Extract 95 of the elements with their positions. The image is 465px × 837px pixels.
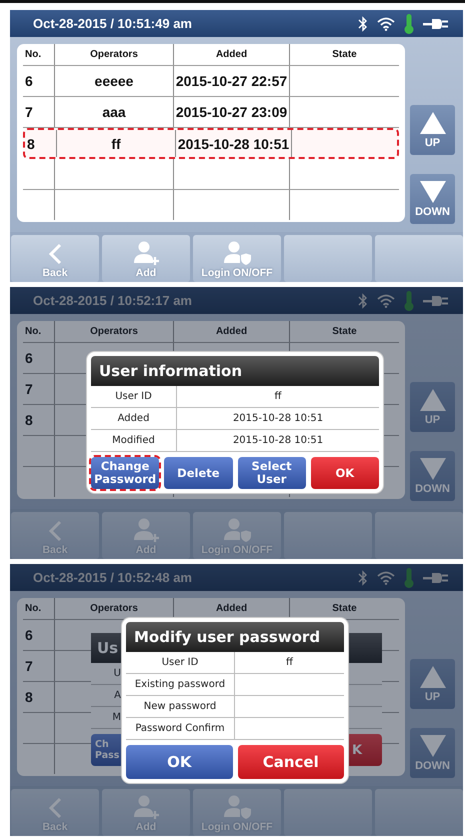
table-cell: 7 — [23, 374, 55, 404]
table-cell: 2015-10-28 10:51 — [176, 130, 292, 157]
login-toggle-button[interactable]: Login ON/OFF — [193, 235, 281, 282]
table-cell: eeeee — [55, 66, 174, 96]
user-shield-icon — [223, 241, 251, 265]
table-cell: 6 — [23, 343, 55, 373]
empty-toolbar-button[interactable] — [284, 235, 372, 282]
dialog-title: Us — [97, 639, 118, 657]
table-cell: 6 — [23, 620, 55, 650]
column-header: State — [331, 325, 358, 339]
scroll-down-button[interactable]: DOWN — [410, 451, 455, 501]
thermometer-icon — [404, 14, 414, 34]
field-label: Modified — [91, 430, 177, 451]
table-cell: 7 — [23, 651, 55, 681]
wifi-icon — [377, 16, 395, 30]
thermometer-icon — [404, 290, 414, 310]
wifi-icon — [377, 570, 395, 584]
down-arrow-icon — [420, 180, 446, 202]
empty-toolbar-button[interactable] — [375, 235, 463, 282]
plug-icon — [423, 294, 449, 308]
date-time: Oct-28-2015 / 10:52:48 am — [33, 570, 193, 585]
field-value: ff — [274, 390, 283, 404]
empty-toolbar-button[interactable] — [375, 512, 463, 559]
back-button[interactable]: Back — [11, 235, 99, 282]
column-header: No. — [23, 598, 55, 619]
column-header: Operators — [55, 44, 174, 65]
plug-icon — [423, 570, 449, 584]
bluetooth-icon — [358, 292, 368, 308]
field-label: New password — [126, 696, 235, 717]
bluetooth-icon — [358, 570, 368, 586]
table-cell: 8 — [25, 130, 57, 157]
field-label: Password Confirm — [126, 718, 235, 739]
field-label: Existing password — [126, 674, 235, 695]
column-header: State — [331, 48, 358, 62]
dialog-button[interactable]: OK — [310, 457, 379, 489]
column-header: Operators — [55, 321, 174, 342]
user-shield-icon — [223, 795, 251, 819]
wifi-icon — [377, 294, 395, 308]
empty-toolbar-button[interactable] — [284, 512, 372, 559]
up-arrow-icon — [420, 112, 446, 134]
back-chevron-icon — [48, 797, 62, 819]
table-cell: aaa — [55, 97, 174, 127]
date-time: Oct-28-2015 / 10:52:17 am — [33, 293, 193, 308]
back-chevron-icon — [48, 243, 62, 265]
dialog-button[interactable]: Cancel — [238, 745, 344, 779]
empty-toolbar-button[interactable] — [375, 789, 463, 836]
field-label: Added — [91, 408, 177, 429]
dialog-button[interactable]: Delete — [164, 457, 232, 489]
add-user-icon — [133, 795, 159, 819]
add-user-icon — [133, 518, 159, 542]
table-cell: 2015-10-27 22:57 — [174, 66, 290, 96]
column-header: Added — [174, 321, 290, 342]
scroll-down-button[interactable]: DOWN — [410, 728, 455, 778]
plug-icon — [423, 16, 449, 30]
column-header: State — [331, 602, 358, 616]
table-cell: 8 — [23, 405, 55, 435]
down-arrow-icon — [420, 458, 446, 480]
column-header: No. — [23, 44, 55, 65]
field-value: 2015-10-28 10:51 — [232, 412, 324, 426]
empty-toolbar-button[interactable] — [284, 789, 372, 836]
up-arrow-icon — [420, 666, 446, 688]
table-cell: 2015-10-27 23:09 — [174, 97, 290, 127]
dialog-title: User information — [91, 356, 379, 386]
table-cell: 8 — [23, 682, 55, 712]
scroll-up-button[interactable]: UP — [410, 105, 455, 155]
field-value: 2015-10-28 10:51 — [232, 434, 324, 448]
dialog-button[interactable]: K — [348, 734, 382, 766]
add-button[interactable]: Add — [102, 235, 190, 282]
table-cell: 6 — [23, 66, 55, 96]
dialog-button[interactable]: Select User — [238, 457, 306, 489]
down-arrow-icon — [420, 734, 446, 756]
field-value: ff — [285, 656, 294, 670]
date-time: Oct-28-2015 / 10:51:49 am — [33, 16, 193, 31]
field-label: User ID — [126, 652, 235, 673]
dialog-title-bar — [348, 633, 382, 663]
dialog-button[interactable]: Change Password — [91, 457, 160, 489]
scroll-down-button[interactable]: DOWN — [410, 174, 455, 224]
dialog-button[interactable]: Ch Pass — [91, 734, 122, 766]
back-chevron-icon — [48, 520, 62, 542]
column-header: No. — [23, 321, 55, 342]
user-shield-icon — [223, 518, 251, 542]
table-row[interactable]: 8 ff 2015-10-28 10:51 — [23, 128, 399, 159]
table-cell: ff — [57, 130, 176, 157]
scroll-up-button[interactable]: UP — [410, 382, 455, 432]
scroll-up-button[interactable]: UP — [410, 659, 455, 709]
dialog-title: Modify user password — [126, 622, 344, 652]
thermometer-icon — [404, 568, 414, 588]
up-arrow-icon — [420, 388, 446, 410]
bluetooth-icon — [358, 16, 368, 32]
add-user-icon — [133, 241, 159, 265]
table-row[interactable]: 6 eeeee 2015-10-27 22:57 — [23, 66, 399, 97]
column-header: Added — [174, 44, 290, 65]
dialog-button[interactable]: OK — [126, 745, 232, 779]
field-label: User ID — [91, 386, 177, 407]
table-cell: 7 — [23, 97, 55, 127]
